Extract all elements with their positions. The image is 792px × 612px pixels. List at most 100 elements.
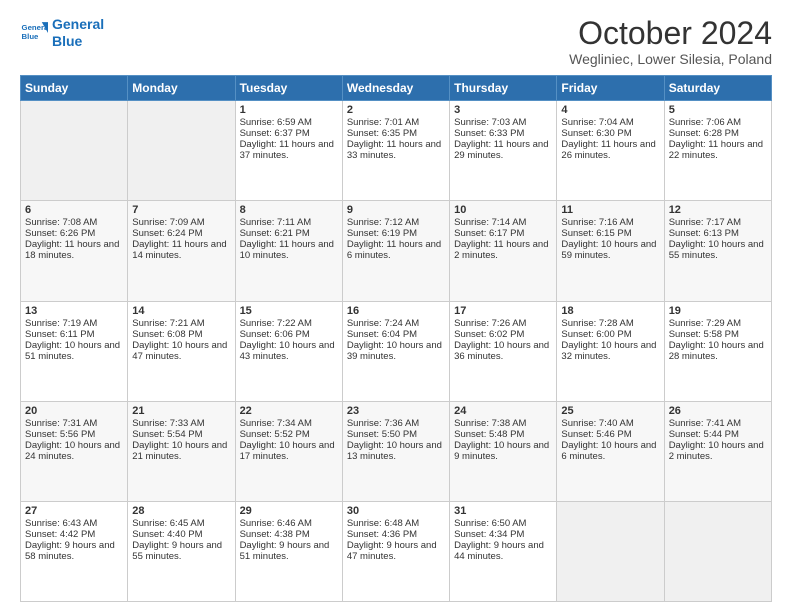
- page: General Blue General Blue October 2024 W…: [0, 0, 792, 612]
- sunrise-text: Sunrise: 7:38 AM: [454, 418, 552, 429]
- sunset-text: Sunset: 6:08 PM: [132, 329, 230, 340]
- sunrise-text: Sunrise: 7:21 AM: [132, 318, 230, 329]
- calendar-cell: 4Sunrise: 7:04 AMSunset: 6:30 PMDaylight…: [557, 101, 664, 201]
- day-number: 12: [669, 204, 767, 216]
- sunrise-text: Sunrise: 7:08 AM: [25, 217, 123, 228]
- sunrise-text: Sunrise: 7:22 AM: [240, 318, 338, 329]
- calendar-cell: 1Sunrise: 6:59 AMSunset: 6:37 PMDaylight…: [235, 101, 342, 201]
- sunset-text: Sunset: 6:06 PM: [240, 329, 338, 340]
- calendar-cell: 14Sunrise: 7:21 AMSunset: 6:08 PMDayligh…: [128, 301, 235, 401]
- daylight-text: Daylight: 10 hours and 55 minutes.: [669, 239, 767, 261]
- sunrise-text: Sunrise: 7:04 AM: [561, 117, 659, 128]
- daylight-text: Daylight: 11 hours and 22 minutes.: [669, 139, 767, 161]
- logo-text-blue: Blue: [52, 33, 104, 50]
- day-number: 10: [454, 204, 552, 216]
- day-number: 11: [561, 204, 659, 216]
- sunrise-text: Sunrise: 7:03 AM: [454, 117, 552, 128]
- day-number: 16: [347, 305, 445, 317]
- sunrise-text: Sunrise: 7:40 AM: [561, 418, 659, 429]
- daylight-text: Daylight: 10 hours and 43 minutes.: [240, 340, 338, 362]
- daylight-text: Daylight: 11 hours and 6 minutes.: [347, 239, 445, 261]
- sunrise-text: Sunrise: 7:19 AM: [25, 318, 123, 329]
- sunset-text: Sunset: 6:11 PM: [25, 329, 123, 340]
- daylight-text: Daylight: 10 hours and 32 minutes.: [561, 340, 659, 362]
- day-number: 23: [347, 405, 445, 417]
- sunrise-text: Sunrise: 7:31 AM: [25, 418, 123, 429]
- calendar-cell: [21, 101, 128, 201]
- day-number: 29: [240, 505, 338, 517]
- daylight-text: Daylight: 10 hours and 36 minutes.: [454, 340, 552, 362]
- sunrise-text: Sunrise: 7:36 AM: [347, 418, 445, 429]
- calendar-cell: 21Sunrise: 7:33 AMSunset: 5:54 PMDayligh…: [128, 401, 235, 501]
- day-number: 15: [240, 305, 338, 317]
- week-row-3: 13Sunrise: 7:19 AMSunset: 6:11 PMDayligh…: [21, 301, 772, 401]
- sunset-text: Sunset: 6:35 PM: [347, 128, 445, 139]
- sunset-text: Sunset: 5:46 PM: [561, 429, 659, 440]
- day-number: 18: [561, 305, 659, 317]
- daylight-text: Daylight: 11 hours and 26 minutes.: [561, 139, 659, 161]
- day-number: 20: [25, 405, 123, 417]
- calendar-cell: 28Sunrise: 6:45 AMSunset: 4:40 PMDayligh…: [128, 501, 235, 601]
- sunrise-text: Sunrise: 7:14 AM: [454, 217, 552, 228]
- calendar-cell: 8Sunrise: 7:11 AMSunset: 6:21 PMDaylight…: [235, 201, 342, 301]
- day-number: 28: [132, 505, 230, 517]
- calendar-cell: 13Sunrise: 7:19 AMSunset: 6:11 PMDayligh…: [21, 301, 128, 401]
- daylight-text: Daylight: 11 hours and 29 minutes.: [454, 139, 552, 161]
- daylight-text: Daylight: 11 hours and 37 minutes.: [240, 139, 338, 161]
- sunrise-text: Sunrise: 7:16 AM: [561, 217, 659, 228]
- daylight-text: Daylight: 9 hours and 55 minutes.: [132, 540, 230, 562]
- day-number: 30: [347, 505, 445, 517]
- calendar-cell: 26Sunrise: 7:41 AMSunset: 5:44 PMDayligh…: [664, 401, 771, 501]
- calendar-cell: 20Sunrise: 7:31 AMSunset: 5:56 PMDayligh…: [21, 401, 128, 501]
- calendar-cell: 16Sunrise: 7:24 AMSunset: 6:04 PMDayligh…: [342, 301, 449, 401]
- sunset-text: Sunset: 5:50 PM: [347, 429, 445, 440]
- week-row-5: 27Sunrise: 6:43 AMSunset: 4:42 PMDayligh…: [21, 501, 772, 601]
- day-header-wednesday: Wednesday: [342, 76, 449, 101]
- calendar-cell: 27Sunrise: 6:43 AMSunset: 4:42 PMDayligh…: [21, 501, 128, 601]
- sunrise-text: Sunrise: 6:43 AM: [25, 518, 123, 529]
- week-row-1: 1Sunrise: 6:59 AMSunset: 6:37 PMDaylight…: [21, 101, 772, 201]
- sunrise-text: Sunrise: 6:45 AM: [132, 518, 230, 529]
- day-number: 2: [347, 104, 445, 116]
- day-number: 31: [454, 505, 552, 517]
- day-number: 19: [669, 305, 767, 317]
- day-number: 3: [454, 104, 552, 116]
- sunset-text: Sunset: 6:04 PM: [347, 329, 445, 340]
- sunset-text: Sunset: 5:56 PM: [25, 429, 123, 440]
- daylight-text: Daylight: 9 hours and 51 minutes.: [240, 540, 338, 562]
- day-number: 5: [669, 104, 767, 116]
- daylight-text: Daylight: 10 hours and 59 minutes.: [561, 239, 659, 261]
- sunrise-text: Sunrise: 7:41 AM: [669, 418, 767, 429]
- day-number: 27: [25, 505, 123, 517]
- calendar-cell: 2Sunrise: 7:01 AMSunset: 6:35 PMDaylight…: [342, 101, 449, 201]
- calendar-cell: 31Sunrise: 6:50 AMSunset: 4:34 PMDayligh…: [450, 501, 557, 601]
- header: General Blue General Blue October 2024 W…: [20, 16, 772, 67]
- sunset-text: Sunset: 5:58 PM: [669, 329, 767, 340]
- day-number: 13: [25, 305, 123, 317]
- calendar-cell: 18Sunrise: 7:28 AMSunset: 6:00 PMDayligh…: [557, 301, 664, 401]
- calendar-cell: 5Sunrise: 7:06 AMSunset: 6:28 PMDaylight…: [664, 101, 771, 201]
- daylight-text: Daylight: 10 hours and 2 minutes.: [669, 440, 767, 462]
- day-header-tuesday: Tuesday: [235, 76, 342, 101]
- day-number: 22: [240, 405, 338, 417]
- sunrise-text: Sunrise: 7:01 AM: [347, 117, 445, 128]
- calendar-cell: 10Sunrise: 7:14 AMSunset: 6:17 PMDayligh…: [450, 201, 557, 301]
- day-number: 8: [240, 204, 338, 216]
- daylight-text: Daylight: 11 hours and 18 minutes.: [25, 239, 123, 261]
- sunset-text: Sunset: 6:15 PM: [561, 228, 659, 239]
- day-number: 4: [561, 104, 659, 116]
- daylight-text: Daylight: 10 hours and 51 minutes.: [25, 340, 123, 362]
- day-number: 7: [132, 204, 230, 216]
- calendar-cell: 7Sunrise: 7:09 AMSunset: 6:24 PMDaylight…: [128, 201, 235, 301]
- sunset-text: Sunset: 6:21 PM: [240, 228, 338, 239]
- calendar-cell: 12Sunrise: 7:17 AMSunset: 6:13 PMDayligh…: [664, 201, 771, 301]
- logo-text-general: General: [52, 16, 104, 33]
- sunrise-text: Sunrise: 7:17 AM: [669, 217, 767, 228]
- daylight-text: Daylight: 10 hours and 24 minutes.: [25, 440, 123, 462]
- sunset-text: Sunset: 4:40 PM: [132, 529, 230, 540]
- calendar-cell: 15Sunrise: 7:22 AMSunset: 6:06 PMDayligh…: [235, 301, 342, 401]
- sunrise-text: Sunrise: 6:46 AM: [240, 518, 338, 529]
- sunset-text: Sunset: 6:19 PM: [347, 228, 445, 239]
- daylight-text: Daylight: 11 hours and 2 minutes.: [454, 239, 552, 261]
- sunset-text: Sunset: 6:24 PM: [132, 228, 230, 239]
